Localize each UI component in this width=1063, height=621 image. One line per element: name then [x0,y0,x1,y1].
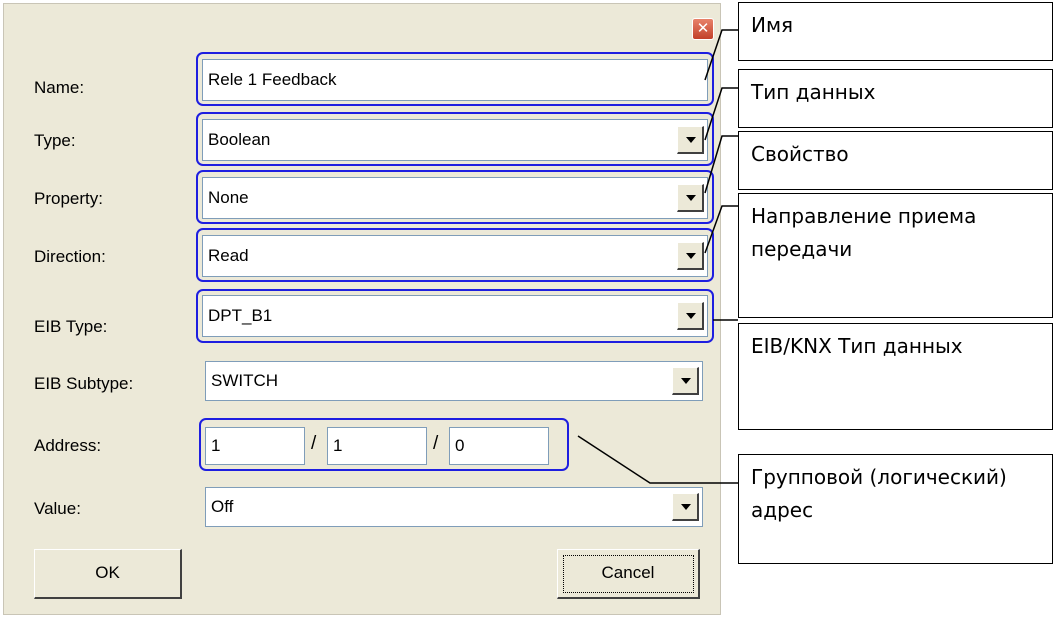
direction-leader [704,205,738,254]
callout-name: Имя [738,2,1053,61]
callout-type: Тип данных [738,69,1053,128]
address-leader [577,435,738,484]
name-leader [704,29,738,81]
callout-direction: Направление приема передачи [738,193,1053,318]
property-leader [704,135,738,194]
callout-address: Групповой (логический) адрес [738,454,1053,564]
callout-eib-type: EIB/KNX Тип данных [738,323,1053,430]
callout-property: Свойство [738,131,1053,190]
type-leader [704,87,738,141]
